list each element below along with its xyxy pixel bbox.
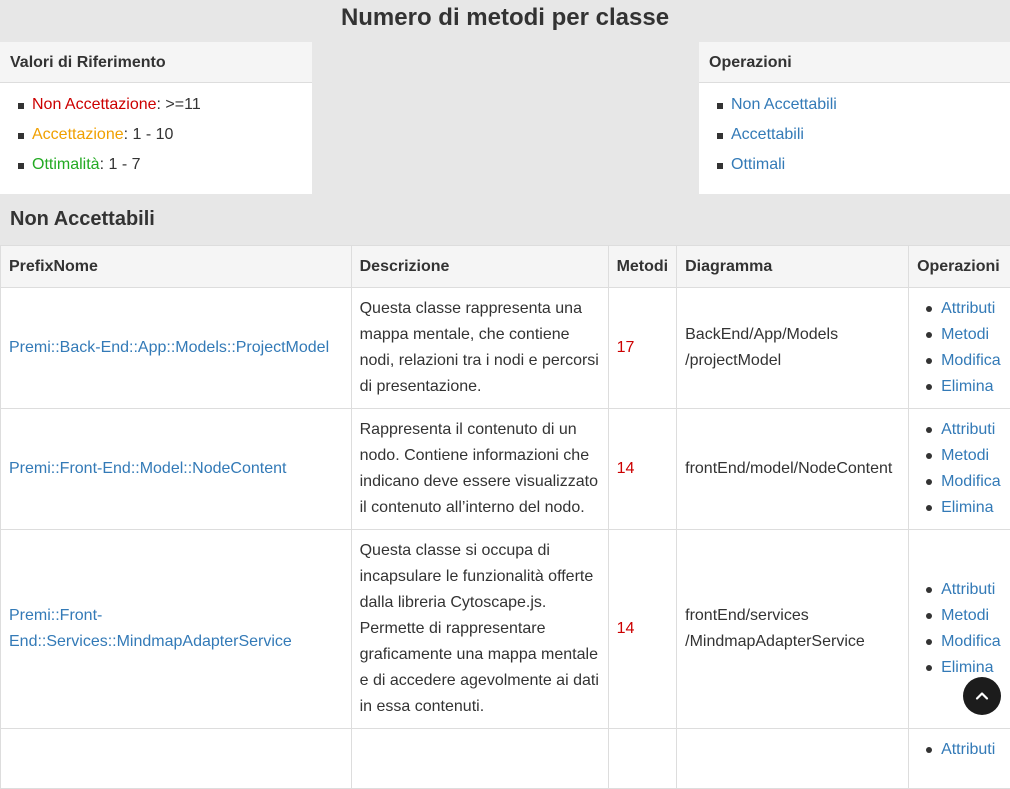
- diagram-path: frontEnd/model/NodeContent: [677, 409, 909, 530]
- operations-item: Non Accettabili: [699, 90, 1010, 120]
- row-operations: Attributi Metodi Modifica Elimina: [917, 577, 1010, 681]
- column-header-prefixnome[interactable]: PrefixNome: [1, 246, 352, 288]
- square-bullet-icon: [717, 103, 723, 109]
- square-bullet-icon: [18, 133, 24, 139]
- class-description: Rappresenta il contenuto di un nodo. Con…: [351, 409, 608, 530]
- table-header-row: PrefixNome Descrizione Metodi Diagramma …: [1, 246, 1010, 288]
- modifica-link[interactable]: Modifica: [941, 473, 1001, 490]
- bullet-icon: [926, 427, 932, 433]
- bullet-icon: [926, 587, 932, 593]
- modifica-link[interactable]: Modifica: [941, 633, 1001, 650]
- table-row: Attributi: [1, 729, 1010, 789]
- reference-value: : 1 - 10: [124, 126, 174, 143]
- reference-label: Ottimalità: [32, 156, 100, 173]
- link-ottimali[interactable]: Ottimali: [731, 156, 785, 173]
- square-bullet-icon: [18, 163, 24, 169]
- bullet-icon: [926, 639, 932, 645]
- row-operations: Attributi: [917, 737, 1010, 763]
- operations-item: Ottimali: [699, 150, 1010, 180]
- metodi-link[interactable]: Metodi: [941, 326, 989, 343]
- reference-label: Non Accettazione: [32, 96, 157, 113]
- class-description: Questa classe si occupa di incapsulare l…: [351, 530, 608, 729]
- elimina-link[interactable]: Elimina: [941, 378, 993, 395]
- class-description: [351, 729, 608, 789]
- reference-item-non-acceptance: Non Accettazione: >=11: [0, 90, 312, 120]
- class-name-link[interactable]: Premi::Back-End::App::Models::ProjectMod…: [9, 339, 329, 356]
- metodi-link[interactable]: Metodi: [941, 447, 989, 464]
- operations-panel: Operazioni Non Accettabili Accettabili O…: [699, 42, 1010, 194]
- bullet-icon: [926, 358, 932, 364]
- elimina-link[interactable]: Elimina: [941, 659, 993, 676]
- bullet-icon: [926, 665, 932, 671]
- table-row: Premi::Front-End::Model::NodeContent Rap…: [1, 409, 1010, 530]
- square-bullet-icon: [717, 163, 723, 169]
- reference-item-optimality: Ottimalità: 1 - 7: [0, 150, 312, 180]
- bullet-icon: [926, 453, 932, 459]
- bullet-icon: [926, 479, 932, 485]
- bullet-icon: [926, 505, 932, 511]
- bullet-icon: [926, 613, 932, 619]
- bullet-icon: [926, 332, 932, 338]
- methods-count: 17: [608, 288, 677, 409]
- operations-item: Accettabili: [699, 120, 1010, 150]
- chevron-up-icon: [974, 688, 990, 704]
- diagram-path: [677, 729, 909, 789]
- reference-values-title: Valori di Riferimento: [0, 42, 312, 83]
- metodi-link[interactable]: Metodi: [941, 607, 989, 624]
- operations-panel-title: Operazioni: [699, 42, 1010, 83]
- row-operations: Attributi Metodi Modifica Elimina: [917, 417, 1010, 521]
- link-non-accettabili[interactable]: Non Accettabili: [731, 96, 837, 113]
- class-name-link[interactable]: Premi::Front-End::Model::NodeContent: [9, 460, 286, 477]
- reference-label: Accettazione: [32, 126, 124, 143]
- class-name-cell: [1, 729, 352, 789]
- diagram-path: BackEnd/App/Models /projectModel: [677, 288, 909, 409]
- diagram-path: frontEnd/services /MindmapAdapterService: [677, 530, 909, 729]
- column-header-diagramma[interactable]: Diagramma: [677, 246, 909, 288]
- bullet-icon: [926, 747, 932, 753]
- bullet-icon: [926, 306, 932, 312]
- reference-value: : >=11: [157, 96, 201, 113]
- attributi-link[interactable]: Attributi: [941, 581, 995, 598]
- class-description: Questa classe rappresenta una mappa ment…: [351, 288, 608, 409]
- bullet-icon: [926, 384, 932, 390]
- methods-count: [608, 729, 677, 789]
- table-row: Premi::Back-End::App::Models::ProjectMod…: [1, 288, 1010, 409]
- square-bullet-icon: [18, 103, 24, 109]
- attributi-link[interactable]: Attributi: [941, 300, 995, 317]
- reference-values-panel: Valori di Riferimento Non Accettazione: …: [0, 42, 312, 194]
- scroll-to-top-button[interactable]: [963, 677, 1001, 715]
- attributi-link[interactable]: Attributi: [941, 421, 995, 438]
- column-header-operazioni: Operazioni: [909, 246, 1010, 288]
- reference-value: : 1 - 7: [100, 156, 141, 173]
- page-title: Numero di metodi per classe: [0, 4, 1010, 32]
- methods-count: 14: [608, 530, 677, 729]
- link-accettabili[interactable]: Accettabili: [731, 126, 804, 143]
- section-title: Non Accettabili: [10, 208, 155, 231]
- square-bullet-icon: [717, 133, 723, 139]
- elimina-link[interactable]: Elimina: [941, 499, 993, 516]
- row-operations: Attributi Metodi Modifica Elimina: [917, 296, 1010, 400]
- methods-count: 14: [608, 409, 677, 530]
- class-name-link[interactable]: Premi::Front-End::Services::MindmapAdapt…: [9, 607, 292, 650]
- reference-item-acceptance: Accettazione: 1 - 10: [0, 120, 312, 150]
- column-header-descrizione[interactable]: Descrizione: [351, 246, 608, 288]
- modifica-link[interactable]: Modifica: [941, 352, 1001, 369]
- classes-table: PrefixNome Descrizione Metodi Diagramma …: [0, 245, 1010, 789]
- table-row: Premi::Front-End::Services::MindmapAdapt…: [1, 530, 1010, 729]
- column-header-metodi[interactable]: Metodi: [608, 246, 677, 288]
